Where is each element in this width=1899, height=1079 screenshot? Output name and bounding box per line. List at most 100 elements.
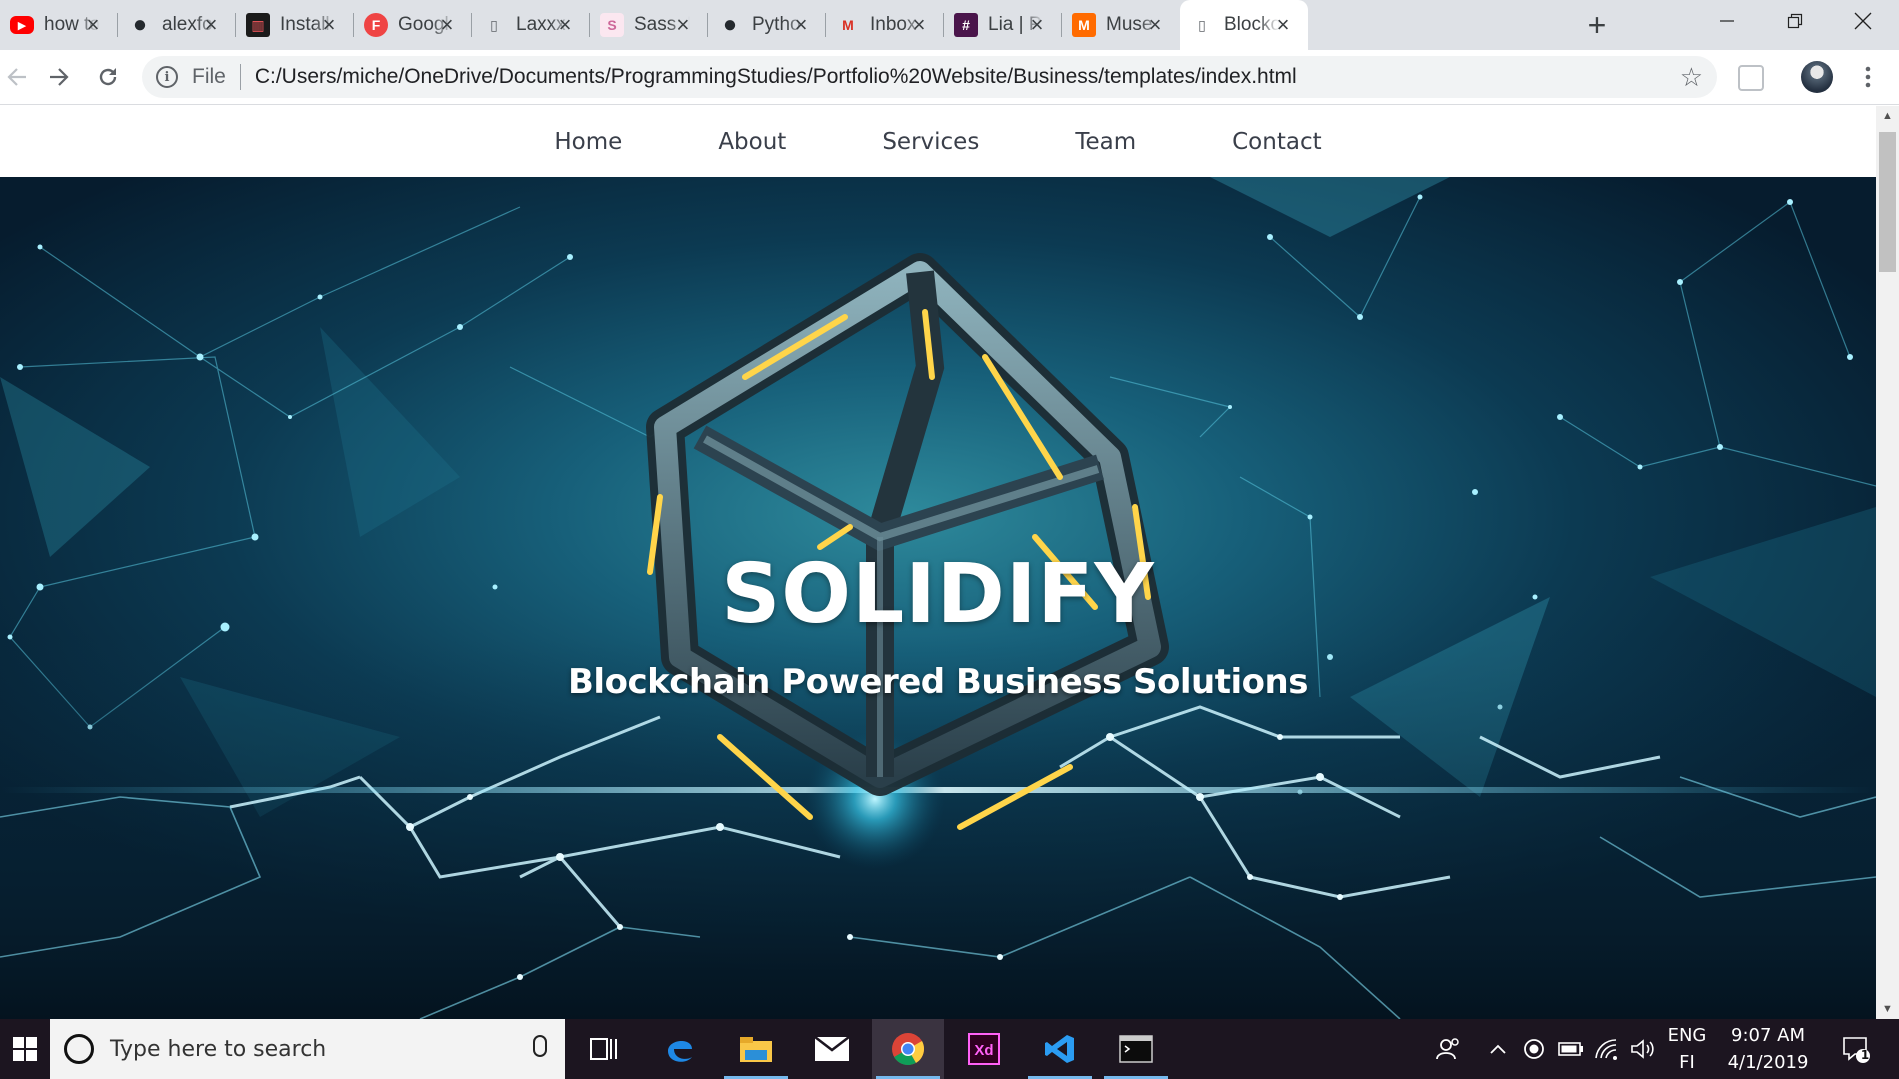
back-arrow-icon — [7, 68, 26, 86]
battery-button[interactable] — [1556, 1019, 1586, 1079]
file-explorer-icon — [740, 1037, 772, 1062]
show-hidden-icons-button[interactable] — [1484, 1019, 1512, 1079]
clock-date[interactable]: 4/1/2019 — [1718, 1052, 1818, 1073]
tab-3[interactable]: F Googl × — [354, 0, 472, 50]
back-button[interactable] — [0, 60, 34, 94]
wifi-button[interactable] — [1592, 1019, 1622, 1079]
windows-logo-icon — [13, 1037, 37, 1061]
volume-button[interactable] — [1628, 1019, 1658, 1079]
edge-icon — [668, 1040, 692, 1062]
language-code[interactable]: ENG — [1664, 1025, 1710, 1046]
minimize-icon — [1720, 20, 1734, 22]
taskbar-mail[interactable] — [796, 1019, 868, 1079]
start-button[interactable] — [0, 1019, 50, 1079]
scrollbar-thumb[interactable] — [1879, 132, 1896, 272]
hero-title: SOLIDIFY — [721, 547, 1155, 642]
close-window-button[interactable] — [1829, 0, 1897, 42]
microphone-icon[interactable] — [533, 1035, 547, 1057]
scroll-down-arrow-icon[interactable]: ▼ — [1876, 999, 1899, 1019]
scheme-label: File — [192, 65, 226, 88]
nav-team[interactable]: Team — [1075, 129, 1136, 155]
f-logo-icon: F — [364, 13, 388, 37]
profile-avatar[interactable] — [1801, 61, 1833, 93]
file-icon: ▯ — [490, 16, 498, 33]
bookmark-star-icon[interactable]: ☆ — [1680, 62, 1703, 93]
address-divider — [239, 64, 241, 90]
close-tab-icon[interactable]: × — [198, 12, 224, 38]
tab-6[interactable]: ● Pytho × — [708, 0, 826, 50]
svg-text:Xd: Xd — [974, 1042, 993, 1059]
tab-10[interactable]: ▯ Blocko × — [1180, 0, 1308, 50]
close-tab-icon[interactable]: × — [1270, 12, 1296, 38]
taskbar-vscode[interactable] — [1024, 1019, 1096, 1079]
nav-services[interactable]: Services — [882, 129, 979, 155]
github-icon: ● — [722, 11, 738, 38]
scroll-up-arrow-icon[interactable]: ▲ — [1876, 106, 1899, 126]
tab-7[interactable]: M Inbox × — [826, 0, 944, 50]
close-tab-icon[interactable]: × — [1142, 12, 1168, 38]
close-icon — [1854, 12, 1872, 30]
close-tab-icon[interactable]: × — [80, 12, 106, 38]
close-tab-icon[interactable]: × — [788, 12, 814, 38]
clock-time[interactable]: 9:07 AM — [1718, 1025, 1818, 1046]
record-icon — [1524, 1039, 1544, 1059]
tab-5[interactable]: S Sass: I × — [590, 0, 708, 50]
tab-4[interactable]: ▯ Laxxx × — [472, 0, 590, 50]
notification-count: 1 — [1860, 1048, 1870, 1062]
keyboard-layout[interactable]: FI — [1664, 1052, 1710, 1073]
page-viewport: Home About Services Team Contact SOLIDIF… — [0, 106, 1876, 1019]
file-icon: ▯ — [1198, 16, 1206, 33]
tab-1[interactable]: ● alexfo × — [118, 0, 236, 50]
close-tab-icon[interactable]: × — [1024, 12, 1050, 38]
minimize-button[interactable] — [1693, 0, 1761, 42]
cortana-icon — [64, 1034, 94, 1064]
close-tab-icon[interactable]: × — [552, 12, 578, 38]
taskbar-edge[interactable] — [644, 1019, 716, 1079]
close-tab-icon[interactable]: × — [670, 12, 696, 38]
nav-home[interactable]: Home — [554, 129, 622, 155]
url-text[interactable]: C:/Users/miche/OneDrive/Documents/Progra… — [255, 65, 1297, 89]
nav-contact[interactable]: Contact — [1232, 129, 1321, 155]
muse-icon: M — [1072, 13, 1096, 37]
taskbar-search-box[interactable]: Type here to search — [50, 1019, 565, 1079]
action-center-button[interactable]: 1 — [1836, 1019, 1876, 1079]
chevron-up-icon — [1490, 1044, 1506, 1054]
extension-icon[interactable] — [1738, 65, 1764, 91]
tab-9[interactable]: M Muse × — [1062, 0, 1180, 50]
tab-2[interactable]: ▥ Install × — [236, 0, 354, 50]
restore-icon — [1787, 13, 1803, 29]
site-info-icon[interactable]: i — [156, 66, 178, 88]
taskbar-adobe-xd[interactable]: Xd — [948, 1019, 1020, 1079]
browser-toolbar: i File C:/Users/miche/OneDrive/Documents… — [0, 50, 1899, 105]
mail-icon — [814, 1036, 850, 1061]
browser-menu-button[interactable] — [1855, 60, 1881, 94]
task-view-button[interactable] — [568, 1019, 640, 1079]
app-bars-icon: ▥ — [246, 13, 270, 37]
forward-arrow-icon — [50, 68, 69, 86]
taskbar-terminal[interactable] — [1100, 1019, 1172, 1079]
close-tab-icon[interactable]: × — [316, 12, 342, 38]
people-button[interactable] — [1430, 1019, 1466, 1079]
nav-about[interactable]: About — [718, 129, 786, 155]
sass-icon: S — [600, 13, 624, 37]
record-tray-button[interactable] — [1520, 1019, 1548, 1079]
tab-8[interactable]: # Lia | P × — [944, 0, 1062, 50]
new-tab-button[interactable]: + — [1580, 7, 1614, 43]
battery-icon — [1558, 1042, 1583, 1056]
taskbar-chrome[interactable] — [872, 1019, 944, 1079]
reload-button[interactable] — [91, 60, 125, 94]
wifi-icon — [1595, 1039, 1617, 1060]
page-scrollbar[interactable]: ▲ ▼ — [1876, 106, 1899, 1019]
close-tab-icon[interactable]: × — [434, 12, 460, 38]
address-bar[interactable]: i File C:/Users/miche/OneDrive/Documents… — [142, 56, 1717, 98]
forward-button[interactable] — [42, 60, 76, 94]
hero-subtitle: Blockchain Powered Business Solutions — [568, 662, 1308, 702]
tab-0[interactable]: ▶ how to × — [0, 0, 118, 50]
taskbar-file-explorer[interactable] — [720, 1019, 792, 1079]
search-placeholder: Type here to search — [110, 1036, 327, 1062]
task-view-icon — [590, 1038, 617, 1060]
close-tab-icon[interactable]: × — [906, 12, 932, 38]
windows-taskbar: Type here to search Xd ENG FI 9:07 AM 4/… — [0, 1019, 1899, 1079]
adobe-xd-icon: Xd — [968, 1033, 1000, 1065]
restore-button[interactable] — [1761, 0, 1829, 42]
